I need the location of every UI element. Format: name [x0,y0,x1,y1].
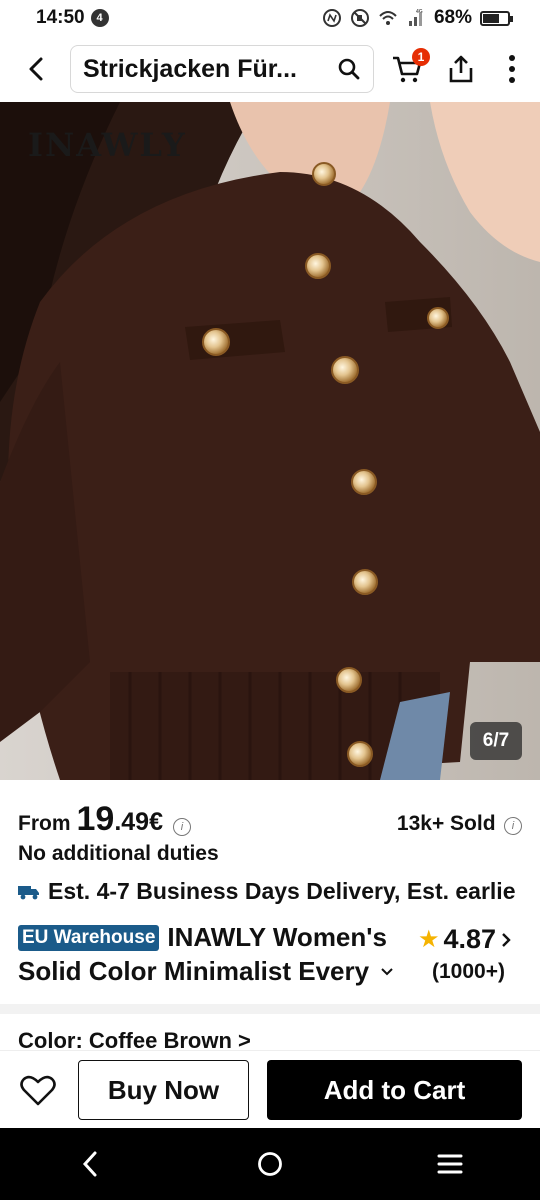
sold-info-icon[interactable]: i [504,816,522,835]
cart-button[interactable]: 1 [384,46,430,92]
wishlist-button[interactable] [18,1071,58,1111]
back-button[interactable] [12,44,62,94]
battery-fill [483,13,500,23]
mute-icon [350,9,369,27]
status-bar: 14:50 4 4G 68% [0,0,540,36]
share-icon [449,55,473,83]
delivery-text: Est. 4-7 Business Days Delivery, Est. ea… [48,878,516,904]
price-value: 19.49€ [77,800,164,839]
cart-badge: 1 [412,48,430,66]
battery-percent: 68% [433,7,472,28]
product-image[interactable]: INAWLY 6/7 [0,102,540,780]
nav-home-icon [258,1152,282,1176]
image-counter: 6/7 [470,722,522,760]
nav-back-icon [82,1151,97,1177]
nav-back-button[interactable] [60,1134,120,1194]
back-arrow-icon [29,57,43,81]
product-title-continued: Solid Color Minimalist Every [18,956,370,986]
status-right: 4G 68% [322,7,513,29]
section-divider [0,1004,540,1014]
signal-icon: 4G [408,9,423,26]
bottom-action-bar: Buy Now Add to Cart [0,1050,540,1129]
more-options-button[interactable] [492,46,532,92]
price-from-label: From [18,812,71,835]
wifi-icon [379,11,397,25]
heart-icon [20,1075,56,1106]
star-icon: ★ [418,926,440,953]
status-time: 14:50 [36,7,85,28]
more-vertical-icon [509,55,515,83]
add-to-cart-button[interactable]: Add to Cart [267,1060,522,1120]
product-photo [0,102,540,780]
network-type-label: 4G [416,9,423,15]
system-nav-bar [0,1128,540,1200]
share-button[interactable] [438,46,484,92]
notification-count-badge: 4 [90,9,109,27]
status-left: 14:50 4 [36,7,109,29]
price-block: From 19.49€ i [18,800,191,839]
eu-warehouse-badge: EU Warehouse [18,924,160,951]
product-title-start: INAWLY Women's [167,922,387,952]
battery-icon [480,10,513,26]
top-bar: Strickjacken Für... 1 [0,38,540,100]
product-title-line2[interactable]: Solid Color Minimalist Every [18,956,398,987]
brand-watermark: INAWLY [28,126,187,164]
search-query: Strickjacken Für... [83,54,297,83]
rating-count[interactable]: (1000+) [432,960,505,984]
price-info-icon[interactable]: i [173,818,191,836]
nav-recents-button[interactable] [420,1134,480,1194]
sold-block: 13k+ Sold i [397,812,522,836]
nav-home-button[interactable] [240,1134,300,1194]
rating-value: 4.87 [443,924,497,954]
color-selector-row[interactable]: Color: Coffee Brown > [18,1028,251,1050]
chevron-down-icon[interactable] [380,967,394,977]
duties-text: No additional duties [18,842,219,865]
chevron-right-icon [502,932,511,947]
nfc-icon [322,9,341,27]
price-sub: .49€ [114,808,163,836]
price-main: 19 [76,800,115,838]
delivery-row[interactable]: Est. 4-7 Business Days Delivery, Est. ea… [18,878,528,905]
search-box[interactable]: Strickjacken Für... [70,45,374,93]
buy-now-button[interactable]: Buy Now [78,1060,249,1120]
sold-count: 13k+ Sold [396,812,496,835]
product-title-line1: EU Warehouse INAWLY Women's [18,922,387,953]
search-icon[interactable] [337,57,361,81]
price-row: From 19.49€ i 13k+ Sold i [18,800,522,839]
nav-menu-icon [437,1154,463,1174]
rating-block[interactable]: ★ 4.87 [418,924,512,955]
truck-icon [18,885,39,899]
